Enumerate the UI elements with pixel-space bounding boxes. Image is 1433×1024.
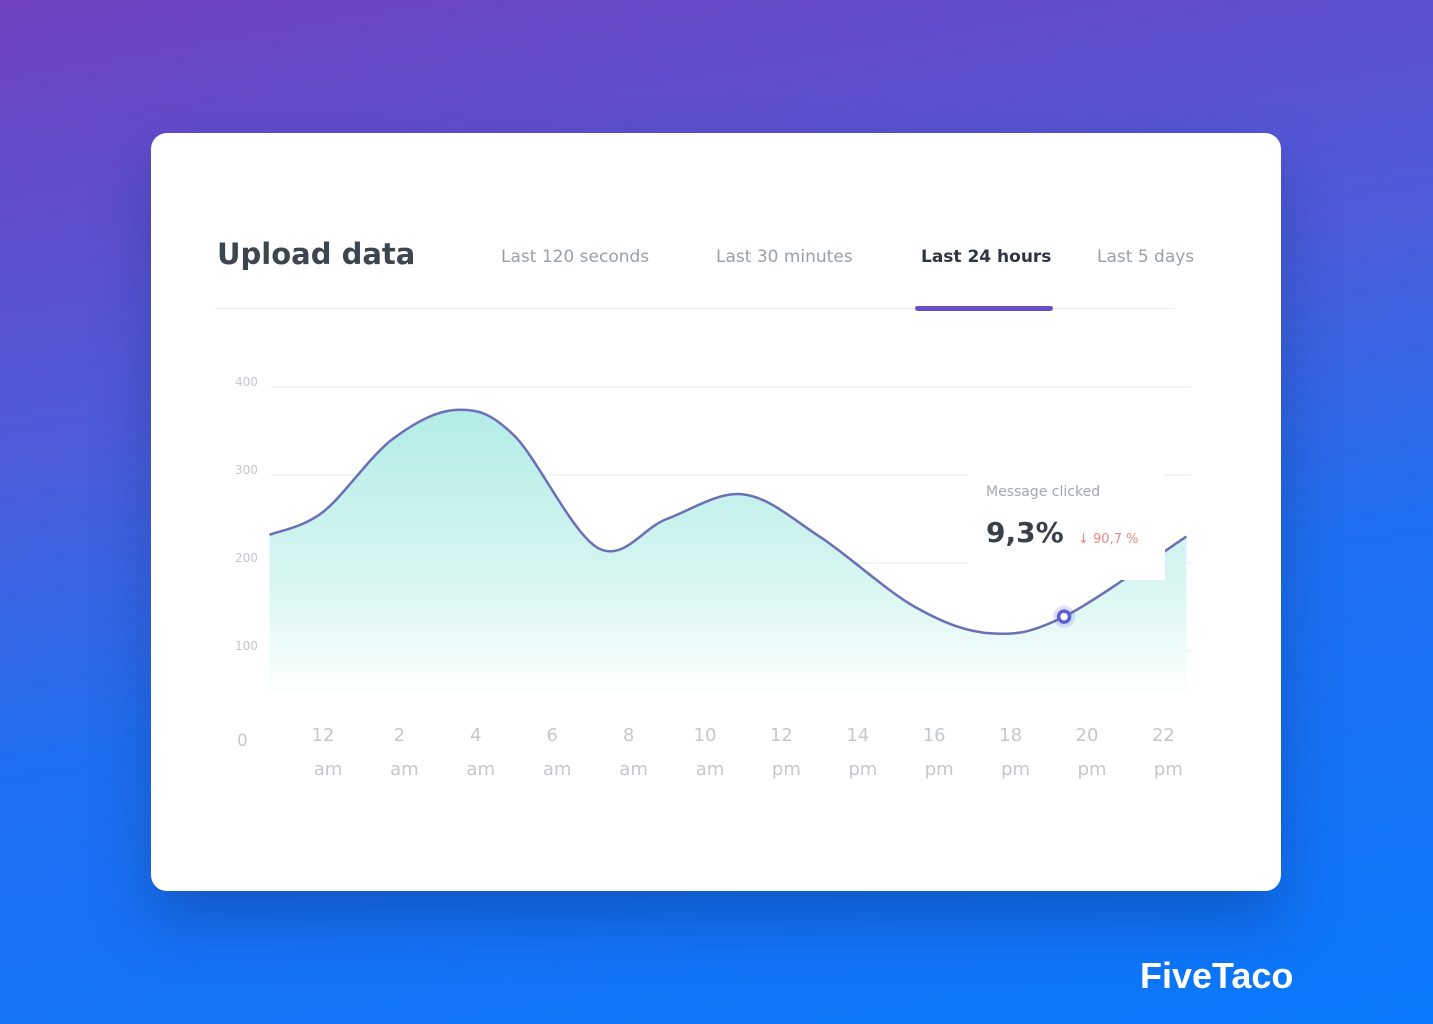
y-tick-label: 0 <box>237 731 248 751</box>
brand-logo: FiveTaco <box>1140 955 1294 996</box>
x-tick-label: 8 <box>623 725 634 746</box>
highlight-point <box>1056 609 1072 624</box>
x-tick-ampm: pm <box>1154 759 1183 780</box>
x-tick-ampm: am <box>619 759 648 780</box>
x-tick-ampm: am <box>467 759 496 780</box>
x-tick-label: 6 <box>546 725 557 746</box>
x-tick-label: 14 <box>846 725 869 746</box>
x-tick-label: 18 <box>999 725 1022 746</box>
x-tick-ampm: pm <box>925 759 954 780</box>
x-tick-ampm: pm <box>848 759 877 780</box>
y-tick-label: 100 <box>235 639 258 653</box>
y-tick-label: 400 <box>235 375 258 389</box>
x-tick-label: 20 <box>1076 725 1099 746</box>
x-tick-ampm: pm <box>772 759 801 780</box>
x-tick-label: 16 <box>923 725 946 746</box>
tooltip: Message clicked 9,3% ↓ 90,7 % <box>968 470 1165 580</box>
upload-data-card: Upload data Last 120 seconds Last 30 min… <box>151 133 1281 891</box>
x-tick-ampm: pm <box>1078 759 1107 780</box>
x-tick-label: 10 <box>694 725 717 746</box>
tooltip-label: Message clicked <box>986 484 1101 500</box>
x-tick-ampm: am <box>696 759 725 780</box>
tooltip-delta: ↓ 90,7 % <box>1078 532 1139 547</box>
x-tick-label: 2 <box>394 725 405 746</box>
x-tick-label: 22 <box>1152 725 1175 746</box>
x-tick-label: 4 <box>470 725 481 746</box>
y-tick-label: 200 <box>235 551 258 565</box>
x-tick-ampm: am <box>543 759 572 780</box>
x-tick-label: 12 <box>312 725 335 746</box>
y-tick-label: 300 <box>235 463 258 477</box>
tooltip-value: 9,3% <box>986 516 1064 549</box>
x-tick-label: 12 <box>770 725 793 746</box>
x-tick-ampm: am <box>390 759 419 780</box>
x-tick-ampm: am <box>314 759 343 780</box>
x-tick-ampm: pm <box>1001 759 1030 780</box>
